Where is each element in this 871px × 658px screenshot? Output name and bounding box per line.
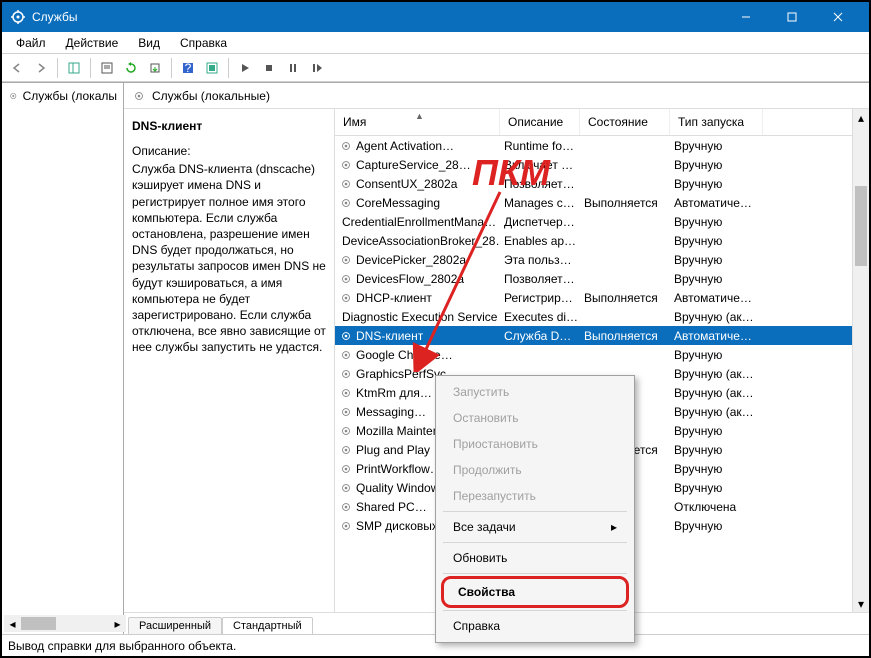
- column-header: Имя ▲ Описание Состояние Тип запуска: [335, 109, 852, 136]
- menu-view[interactable]: Вид: [128, 34, 170, 52]
- col-start[interactable]: Тип запуска: [670, 109, 763, 135]
- show-hide-tree-button[interactable]: [63, 57, 85, 79]
- gear-icon: [339, 481, 353, 495]
- ctx-pause[interactable]: Приостановить: [439, 431, 631, 457]
- table-row[interactable]: Diagnostic Execution ServiceExecutes di……: [335, 307, 852, 326]
- ctx-refresh[interactable]: Обновить: [439, 545, 631, 571]
- sort-asc-icon: ▲: [415, 111, 424, 121]
- toolbar: ?: [2, 54, 869, 82]
- scroll-thumb[interactable]: [855, 186, 867, 266]
- svg-text:?: ?: [185, 61, 192, 75]
- gear-icon: [339, 386, 353, 400]
- gear-icon: [339, 424, 353, 438]
- properties-button[interactable]: [96, 57, 118, 79]
- table-row[interactable]: DevicesFlow_2802aПозволяет…Вручную: [335, 269, 852, 288]
- help-button[interactable]: ?: [177, 57, 199, 79]
- gear-icon: [339, 367, 353, 381]
- ctx-properties[interactable]: Свойства: [444, 579, 626, 605]
- selected-service-name: DNS-клиент: [132, 119, 326, 133]
- ctx-alltasks[interactable]: Все задачи▸: [439, 514, 631, 540]
- table-row[interactable]: DHCP-клиентРегистрир…ВыполняетсяАвтомати…: [335, 288, 852, 307]
- gear-icon: [339, 519, 353, 533]
- col-state[interactable]: Состояние: [580, 109, 670, 135]
- hscroll-right[interactable]: ▸: [109, 615, 126, 632]
- tree-hscroll[interactable]: ◂ ▸: [4, 615, 126, 632]
- description-pane: DNS-клиент Описание: Служба DNS-клиента …: [124, 109, 334, 612]
- gear-icon: [339, 196, 353, 210]
- refresh-button[interactable]: [120, 57, 142, 79]
- table-row[interactable]: DeviceAssociationBroker_28…Enables ap…Вр…: [335, 231, 852, 250]
- gear-icon: [8, 89, 19, 103]
- gear-icon: [339, 177, 353, 191]
- menubar: Файл Действие Вид Справка: [2, 32, 869, 54]
- restart-service-button[interactable]: [306, 57, 328, 79]
- gear-icon: [339, 291, 353, 305]
- gear-icon: [339, 443, 353, 457]
- detail-header: Службы (локальные): [124, 83, 869, 109]
- hscroll-thumb[interactable]: [21, 617, 56, 630]
- minimize-button[interactable]: [723, 2, 769, 32]
- table-row[interactable]: DevicePicker_2802aЭта польз…Вручную: [335, 250, 852, 269]
- help2-button[interactable]: [201, 57, 223, 79]
- nav-back-button[interactable]: [6, 57, 28, 79]
- status-text: Вывод справки для выбранного объекта.: [8, 639, 236, 653]
- submenu-arrow-icon: ▸: [611, 520, 617, 534]
- table-row[interactable]: CredentialEnrollmentMana…Диспетчер…Вручн…: [335, 212, 852, 231]
- app-icon: [10, 9, 26, 25]
- detail-header-label: Службы (локальные): [152, 89, 270, 103]
- menu-file[interactable]: Файл: [6, 34, 56, 52]
- table-row[interactable]: Google Chrome…Вручную: [335, 345, 852, 364]
- description-label: Описание:: [132, 143, 326, 159]
- table-row[interactable]: CaptureService_28…Включает …Вручную: [335, 155, 852, 174]
- gear-icon: [339, 329, 353, 343]
- stop-service-button[interactable]: [258, 57, 280, 79]
- tree-root-item[interactable]: Службы (локалы: [6, 87, 119, 105]
- scroll-up-button[interactable]: ▴: [853, 109, 869, 126]
- start-service-button[interactable]: [234, 57, 256, 79]
- menu-help[interactable]: Справка: [170, 34, 237, 52]
- gear-icon: [339, 253, 353, 267]
- gear-icon: [339, 405, 353, 419]
- nav-forward-button[interactable]: [30, 57, 52, 79]
- description-text: Служба DNS-клиента (dnscache) кэширует и…: [132, 161, 326, 355]
- tab-standard[interactable]: Стандартный: [222, 617, 313, 634]
- context-menu: Запустить Остановить Приостановить Продо…: [435, 375, 635, 643]
- tree-root-label: Службы (локалы: [23, 89, 117, 103]
- gear-icon: [132, 89, 146, 103]
- table-row[interactable]: DNS-клиентСлужба D…ВыполняетсяАвтоматиче…: [335, 326, 852, 345]
- ctx-start[interactable]: Запустить: [439, 379, 631, 405]
- tree-pane[interactable]: Службы (локалы: [2, 83, 124, 634]
- close-button[interactable]: [815, 2, 861, 32]
- pause-service-button[interactable]: [282, 57, 304, 79]
- ctx-stop[interactable]: Остановить: [439, 405, 631, 431]
- vertical-scrollbar[interactable]: ▴ ▾: [852, 109, 869, 612]
- tab-extended[interactable]: Расширенный: [128, 617, 222, 634]
- col-desc[interactable]: Описание: [500, 109, 580, 135]
- gear-icon: [339, 272, 353, 286]
- hscroll-left[interactable]: ◂: [4, 615, 21, 632]
- window-title: Службы: [32, 10, 723, 24]
- export-button[interactable]: [144, 57, 166, 79]
- gear-icon: [339, 348, 353, 362]
- table-row[interactable]: Agent Activation…Runtime fo…Вручную: [335, 136, 852, 155]
- gear-icon: [339, 462, 353, 476]
- gear-icon: [339, 158, 353, 172]
- ctx-restart[interactable]: Перезапустить: [439, 483, 631, 509]
- titlebar[interactable]: Службы: [2, 2, 869, 32]
- maximize-button[interactable]: [769, 2, 815, 32]
- gear-icon: [339, 500, 353, 514]
- ctx-help[interactable]: Справка: [439, 613, 631, 639]
- ctx-resume[interactable]: Продолжить: [439, 457, 631, 483]
- gear-icon: [339, 139, 353, 153]
- menu-action[interactable]: Действие: [56, 34, 129, 52]
- table-row[interactable]: CoreMessagingManages c…ВыполняетсяАвтома…: [335, 193, 852, 212]
- scroll-down-button[interactable]: ▾: [853, 595, 869, 612]
- table-row[interactable]: ConsentUX_2802aПозволяет…Вручную: [335, 174, 852, 193]
